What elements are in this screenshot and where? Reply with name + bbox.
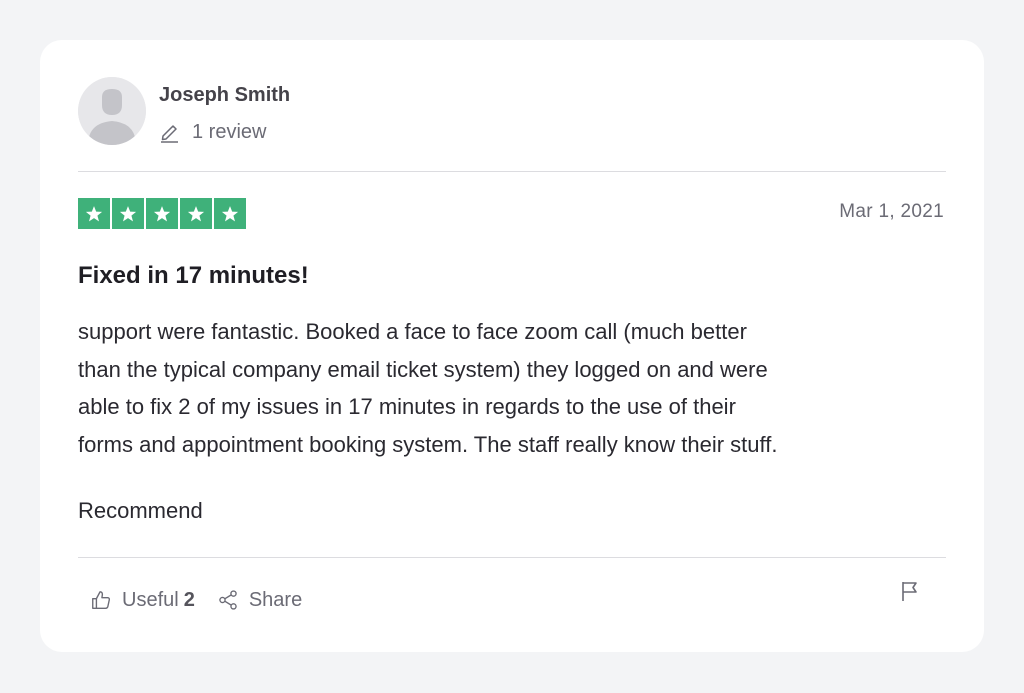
review-count-label: 1 review xyxy=(192,120,267,143)
star-icon xyxy=(214,198,246,229)
report-button[interactable] xyxy=(898,579,922,603)
review-body-line: able to fix 2 of my issues in 17 minutes… xyxy=(78,394,736,419)
review-body-line: forms and appointment booking system. Th… xyxy=(78,431,778,457)
star-icon xyxy=(180,198,212,229)
avatar[interactable] xyxy=(78,77,146,145)
reviewer-name[interactable]: Joseph Smith xyxy=(159,82,290,108)
useful-count: 2 xyxy=(183,588,195,611)
useful-label: Useful xyxy=(122,588,179,611)
header-divider xyxy=(78,171,946,172)
pencil-icon xyxy=(159,122,180,143)
review-body-line: support were fantastic. Booked a face to… xyxy=(78,319,747,344)
review-closing: Recommend xyxy=(78,498,203,523)
star-icon xyxy=(146,198,178,229)
review-count[interactable]: 1 review xyxy=(159,119,266,145)
star-icon xyxy=(112,198,144,229)
flag-icon xyxy=(902,582,917,601)
share-icon xyxy=(217,589,239,611)
share-button[interactable]: Share xyxy=(217,589,302,612)
useful-button[interactable]: Useful 2 xyxy=(90,589,195,612)
review-body-line: than the typical company email ticket sy… xyxy=(78,356,768,382)
user-silhouette-icon xyxy=(78,77,146,145)
review-date: Mar 1, 2021 xyxy=(839,201,944,222)
review-card: Joseph Smith 1 review Mar 1, 2021 Fixed … xyxy=(40,40,984,652)
footer-divider xyxy=(78,557,946,558)
thumbs-up-icon xyxy=(90,589,112,611)
star-icon xyxy=(78,198,110,229)
share-label: Share xyxy=(248,588,303,611)
review-body: support were fantastic. Booked a face to… xyxy=(78,313,958,463)
review-title[interactable]: Fixed in 17 minutes! xyxy=(78,262,309,290)
review-actions: Useful 2 Share xyxy=(90,585,302,615)
star-rating xyxy=(78,198,246,229)
